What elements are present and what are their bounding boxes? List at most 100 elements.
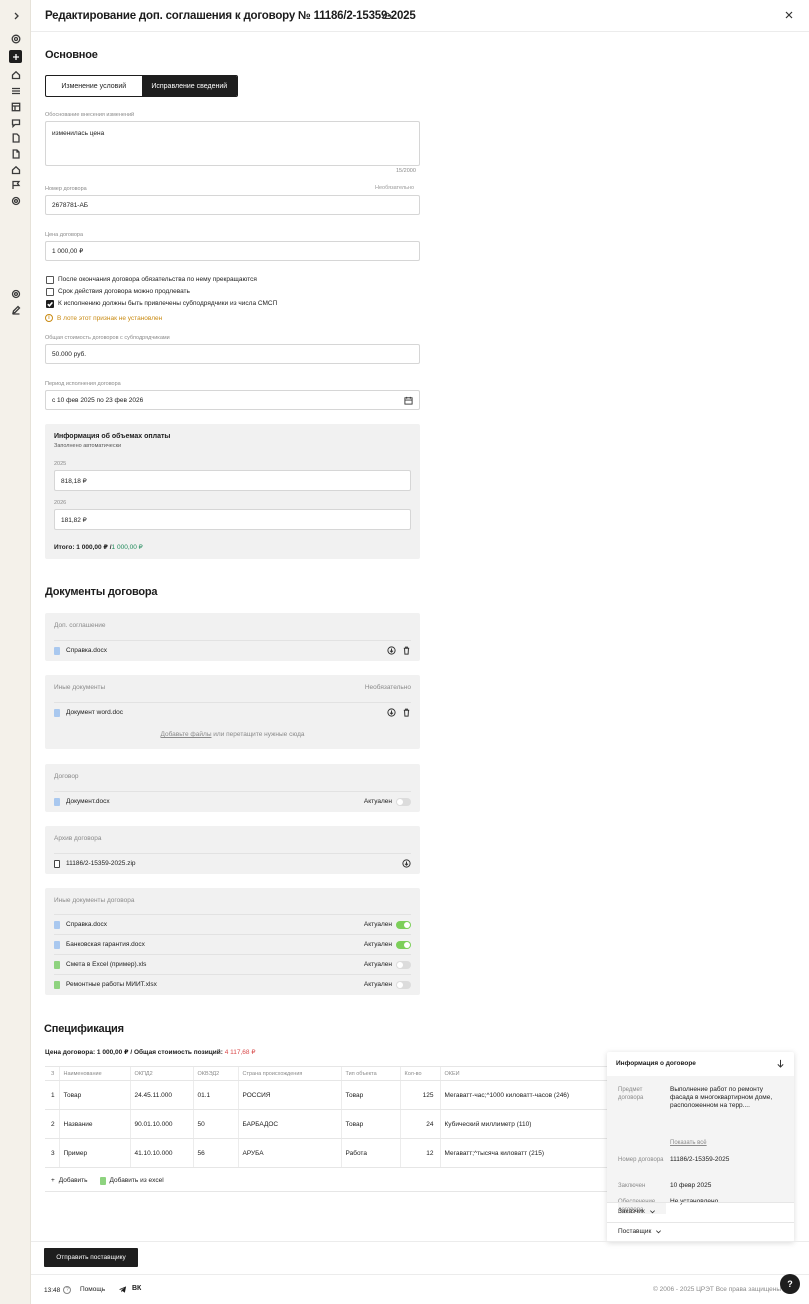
show-all-link[interactable]: Показать всё: [670, 1140, 707, 1146]
col-header[interactable]: Страна происхождения: [237, 1066, 341, 1081]
checkbox-extendable[interactable]: [46, 288, 54, 296]
add-from-excel-label: Добавить из excel: [109, 1177, 164, 1184]
doc-file-name[interactable]: 11186/2-15359-2025.zip: [66, 860, 402, 867]
doc-panel-other-contract: Иные документы договора Справка.docx Акт…: [45, 888, 420, 995]
doc-row[interactable]: Справка.docx: [54, 640, 411, 660]
checkbox-obligations-end[interactable]: [46, 276, 54, 284]
support-icon[interactable]: [9, 32, 22, 45]
actual-toggle[interactable]: [396, 940, 411, 949]
help-circle-icon[interactable]: ?: [63, 1286, 72, 1294]
telegram-icon[interactable]: [118, 1285, 127, 1294]
actual-toggle[interactable]: [396, 920, 411, 929]
table-icon[interactable]: [9, 100, 22, 113]
vk-icon[interactable]: ВК: [132, 1285, 141, 1294]
doc-row[interactable]: Документ.docx Актуален: [54, 791, 411, 811]
contract-number-label: Номер договора: [45, 186, 87, 192]
info-number-key: Номер договора: [618, 1157, 664, 1163]
payments-total-prefix: Итого: 1 000,00 ₽ /: [54, 544, 112, 551]
justification-label: Обоснование внесения изменений: [45, 112, 135, 118]
cell-country: РОССИЯ: [237, 1080, 341, 1110]
actual-toggle[interactable]: [396, 960, 411, 969]
checkbox-smsp-subcontractors[interactable]: [46, 300, 54, 308]
payment-2026-input[interactable]: 181,82 ₽: [54, 509, 411, 530]
cell-type: Товар: [340, 1080, 400, 1110]
settings-icon[interactable]: [9, 194, 22, 207]
col-header[interactable]: Тип объекта: [340, 1066, 400, 1081]
flag-icon[interactable]: [9, 178, 22, 191]
table-row[interactable]: 3 Пример 41.10.10.000 56 АРУБА Работа 12…: [45, 1138, 615, 1168]
cell-okei: Кубический миллиметр (110): [439, 1109, 615, 1139]
subcontract-total-input[interactable]: 50.000 руб.: [45, 344, 420, 364]
subcontract-total-label: Общая стоимость договоров с субподрядчик…: [45, 335, 170, 341]
actual-toggle[interactable]: [396, 980, 411, 989]
mode-fix-info[interactable]: Исправление сведений: [141, 76, 237, 96]
download-icon[interactable]: [402, 859, 411, 868]
gear-icon[interactable]: [9, 287, 22, 300]
justification-textarea[interactable]: изменилась цена: [45, 121, 420, 166]
doc-row[interactable]: Документ word.doc: [54, 702, 411, 722]
trash-icon[interactable]: [402, 708, 411, 717]
file-icon[interactable]: [9, 147, 22, 160]
add-files-link[interactable]: Добавьте файлы: [161, 731, 212, 738]
doc-file-name[interactable]: Документ word.doc: [66, 709, 387, 716]
doc-file-name[interactable]: Документ.docx: [66, 798, 364, 805]
doc-file-name[interactable]: Справка.docx: [66, 647, 387, 654]
chat-icon[interactable]: [9, 116, 22, 129]
payment-2025-input[interactable]: 818,18 ₽: [54, 470, 411, 491]
doc-file-name[interactable]: Смета в Excel (пример).xls: [66, 961, 364, 968]
doc-row[interactable]: Справка.docx Актуален: [54, 914, 411, 934]
add-icon[interactable]: [9, 50, 22, 63]
doc-file-name[interactable]: Справка.docx: [66, 921, 364, 928]
download-icon[interactable]: [387, 708, 396, 717]
doc-file-name[interactable]: Ремонтные работы МИИТ.xlsx: [66, 981, 364, 988]
contract-price-label: Цена договора: [45, 232, 84, 238]
doc-row[interactable]: Ремонтные работы МИИТ.xlsx Актуален: [54, 974, 411, 994]
col-header[interactable]: Наименование: [58, 1066, 130, 1081]
payment-year-2: 2026: [54, 500, 67, 506]
doc-row[interactable]: Смета в Excel (пример).xls Актуален: [54, 954, 411, 974]
contract-price-input[interactable]: 1 000,00 ₽: [45, 241, 420, 261]
help-chat-button[interactable]: ?: [780, 1274, 800, 1294]
cell-okved2: 01.1: [192, 1080, 238, 1110]
arrow-down-icon[interactable]: [776, 1059, 785, 1068]
add-from-excel-button[interactable]: Добавить из excel: [99, 1176, 164, 1185]
close-icon[interactable]: [783, 9, 795, 21]
mode-toggle[interactable]: Изменение условий Исправление сведений: [45, 75, 238, 97]
col-header[interactable]: ОКВЭД2: [192, 1066, 238, 1081]
actual-toggle[interactable]: [396, 797, 411, 806]
edit-icon[interactable]: [9, 303, 22, 316]
col-header[interactable]: ОКЕИ: [439, 1066, 615, 1081]
cloud-save-icon: [382, 12, 392, 19]
trash-icon[interactable]: [402, 646, 411, 655]
contract-number-input[interactable]: 2678781-АБ: [45, 195, 420, 215]
col-header[interactable]: З: [45, 1066, 59, 1081]
info-subject-key: Предмет договора: [618, 1087, 644, 1101]
col-header[interactable]: Кол-во: [399, 1066, 440, 1081]
table-row[interactable]: 1 Товар 24.45.11.000 01.1 РОССИЯ Товар 1…: [45, 1080, 615, 1110]
spec-header-row: З Наименование ОКПД2 ОКВЭД2 Страна проис…: [45, 1066, 615, 1081]
calendar-icon[interactable]: [404, 396, 413, 405]
send-to-supplier-button[interactable]: Отправить поставщику: [44, 1248, 138, 1267]
doc-file-name[interactable]: Банковская гарантия.docx: [66, 941, 364, 948]
info-subject-value: Выполнение работ по ремонту фасада в мно…: [670, 1086, 773, 1109]
home-icon[interactable]: [9, 68, 22, 81]
document-icon[interactable]: [9, 131, 22, 144]
doc-row[interactable]: 11186/2-15359-2025.zip: [54, 853, 411, 873]
info-concluded-value: 10 февр 2025: [670, 1182, 712, 1189]
add-button[interactable]: + Добавить: [51, 1177, 88, 1184]
cell-index: 1: [45, 1080, 59, 1110]
download-icon[interactable]: [387, 646, 396, 655]
building-icon[interactable]: [9, 163, 22, 176]
mode-change-conditions[interactable]: Изменение условий: [46, 76, 142, 96]
table-row[interactable]: 2 Название 90.01.10.000 50 БАРБАДОС Това…: [45, 1109, 615, 1139]
expand-chevron-icon[interactable]: [9, 9, 22, 22]
info-concluded-key: Заключен: [618, 1183, 646, 1189]
dropzone[interactable]: Добавьте файлы или перетащите нужные сюд…: [45, 731, 420, 738]
doc-row[interactable]: Банковская гарантия.docx Актуален: [54, 934, 411, 954]
period-input[interactable]: с 10 фев 2025 по 23 фев 2026: [45, 390, 420, 410]
supplier-accordion[interactable]: Поставщик: [618, 1228, 662, 1235]
col-header[interactable]: ОКПД2: [129, 1066, 193, 1081]
list-icon[interactable]: [9, 84, 22, 97]
customer-accordion[interactable]: Заказчик: [618, 1208, 656, 1215]
help-link[interactable]: Помощь: [80, 1286, 105, 1293]
